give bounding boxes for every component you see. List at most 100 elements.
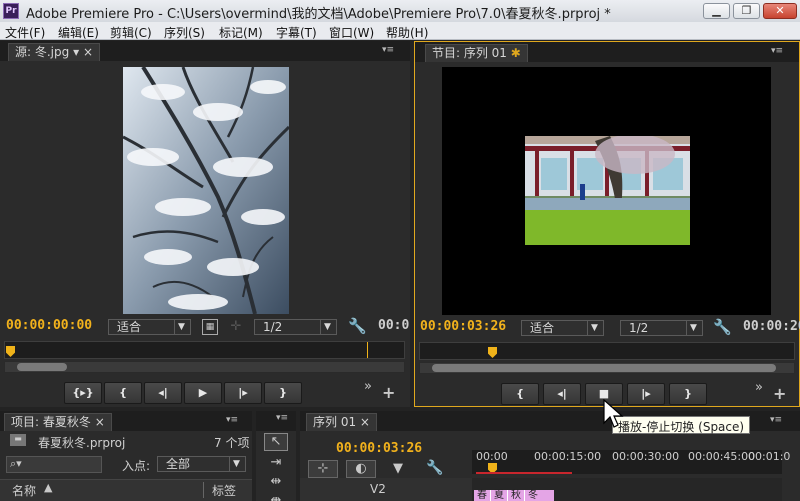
mark-in-button[interactable]: { <box>501 383 539 405</box>
snap-icon[interactable]: ⊹ <box>308 460 338 478</box>
source-monitor-panel: 源: 冬.jpg ▾ × ▾≡ 00:00:00:00 适合 ▼ ▦ ✛ 1/2… <box>0 41 410 407</box>
mark-in-button[interactable]: { <box>104 382 142 404</box>
chevron-down-icon[interactable]: ▾ <box>73 45 79 59</box>
mouse-cursor-icon <box>603 399 624 428</box>
ruler-label: 00:00 <box>476 450 508 463</box>
menu-help[interactable]: 帮助(H) <box>386 24 428 41</box>
minimize-button[interactable]: ▁ <box>703 3 730 19</box>
insert-button[interactable]: {▸} <box>64 382 102 404</box>
program-resolution-dropdown[interactable]: 1/2 ▼ <box>620 320 703 336</box>
clip-label[interactable]: 秋 <box>508 490 525 501</box>
menu-clip[interactable]: 剪辑(C) <box>110 24 152 41</box>
source-zoom-scrollbar[interactable] <box>4 361 405 373</box>
mark-out-button[interactable]: } <box>669 383 707 405</box>
panel-menu-icon[interactable]: ▾≡ <box>276 413 288 423</box>
chevron-down-icon: ▼ <box>686 321 700 335</box>
source-tab-label: 源: 冬.jpg <box>15 45 70 59</box>
inpoint-value: 全部 <box>166 457 191 471</box>
clip-group[interactable]: 春夏秋冬 <box>474 490 554 501</box>
step-back-button[interactable]: ◂| <box>144 382 182 404</box>
clip-label[interactable]: 春 <box>474 490 491 501</box>
search-icon[interactable]: ⌕▾ <box>10 457 22 471</box>
menu-edit[interactable]: 编辑(E) <box>58 24 99 41</box>
program-monitor-panel: 节目: 序列 01 ✱ ▾≡ 00:00:03:26 适合 ▼ 1/2 ▼ 🔧 00… <box>414 41 800 407</box>
settings-icon[interactable]: 🔧 <box>348 317 367 335</box>
program-tab[interactable]: 节目: 序列 01 ✱ <box>425 44 528 62</box>
program-video-area <box>442 67 771 315</box>
more-controls-icon[interactable]: » <box>755 380 763 395</box>
close-icon[interactable]: × <box>83 45 93 59</box>
project-panel: 项目: 春夏秋冬 × ▾≡ ▬ 春夏秋冬.prproj 7 个项 ⌕▾ 入点: … <box>0 411 252 501</box>
program-time-ruler[interactable] <box>419 342 795 360</box>
track-select-tool-icon[interactable]: ⇥ <box>264 455 288 471</box>
tools-header: ▾≡ <box>256 411 296 431</box>
panel-menu-icon[interactable]: ▾≡ <box>382 45 394 55</box>
close-icon[interactable]: ✱ <box>511 46 521 60</box>
source-resolution-dropdown[interactable]: 1/2 ▼ <box>254 319 337 335</box>
program-zoom-scrollbar[interactable] <box>419 362 795 374</box>
panel-menu-icon[interactable]: ▾≡ <box>770 415 782 425</box>
tooltip: 播放-停止切换 (Space) <box>612 416 751 434</box>
settings-icon[interactable]: 🔧 <box>713 318 732 336</box>
program-playhead[interactable] <box>488 347 497 358</box>
timeline-timecode[interactable]: 00:00:03:26 <box>336 441 422 456</box>
mark-out-button[interactable]: } <box>264 382 302 404</box>
add-marker-icon[interactable]: ▼ <box>390 461 406 476</box>
close-icon[interactable]: × <box>95 415 105 429</box>
source-time-ruler[interactable] <box>4 341 405 359</box>
sort-ascending-icon[interactable]: ▲ <box>44 481 52 494</box>
selection-tool-icon[interactable]: ↖ <box>264 433 288 451</box>
resolution-value: 1/2 <box>263 320 283 334</box>
sequence-tab[interactable]: 序列 01 × <box>306 413 377 431</box>
inpoint-dropdown[interactable]: 全部 ▼ <box>157 456 246 472</box>
clip-label[interactable]: 冬 <box>525 490 541 501</box>
fit-value: 适合 <box>530 321 555 335</box>
menu-sequence[interactable]: 序列(S) <box>164 24 205 41</box>
column-divider <box>203 482 204 498</box>
scroll-thumb[interactable] <box>17 363 67 371</box>
step-forward-button[interactable]: |▸ <box>224 382 262 404</box>
step-forward-button[interactable]: |▸ <box>627 383 665 405</box>
ripple-edit-tool-icon[interactable]: ⇹ <box>264 474 288 490</box>
source-fit-dropdown[interactable]: 适合 ▼ <box>108 319 191 335</box>
linked-selection-icon[interactable]: ◐ <box>346 460 376 478</box>
ruler-label: 00:01:0 <box>748 450 791 463</box>
project-item-count: 7 个项 <box>214 436 250 450</box>
more-controls-icon[interactable]: » <box>364 379 372 394</box>
menu-window[interactable]: 窗口(W) <box>329 24 374 41</box>
add-button-icon[interactable]: + <box>382 383 395 402</box>
play-button[interactable]: ▶ <box>184 382 222 404</box>
camera-icon[interactable]: ▦ <box>202 319 218 335</box>
source-tab[interactable]: 源: 冬.jpg ▾ × <box>8 43 100 61</box>
program-timecode[interactable]: 00:00:03:26 <box>420 319 506 334</box>
timeline-settings-icon[interactable]: 🔧 <box>426 460 444 476</box>
close-button[interactable]: ✕ <box>763 3 797 19</box>
source-timecode[interactable]: 00:00:00:00 <box>6 318 92 333</box>
step-back-button[interactable]: ◂| <box>543 383 581 405</box>
program-fit-dropdown[interactable]: 适合 ▼ <box>521 320 604 336</box>
source-playhead[interactable] <box>6 346 15 357</box>
source-out-marker <box>367 342 368 358</box>
maximize-button[interactable]: ❐ <box>733 3 760 19</box>
rolling-edit-tool-icon[interactable]: ⇼ <box>264 493 288 501</box>
panel-menu-icon[interactable]: ▾≡ <box>771 46 783 56</box>
track-v2: 春夏秋冬 <box>472 478 782 501</box>
scroll-thumb[interactable] <box>432 364 776 372</box>
timeline-ruler[interactable]: 00:00 00:00:15:00 00:00:30:00 00:00:45:0… <box>472 450 790 474</box>
panel-menu-icon[interactable]: ▾≡ <box>226 415 238 425</box>
close-icon[interactable]: × <box>360 415 370 429</box>
safe-margins-icon[interactable]: ✛ <box>228 319 244 334</box>
clip-label[interactable]: 夏 <box>491 490 508 501</box>
project-search-input[interactable]: ⌕▾ <box>6 456 102 473</box>
add-button-icon[interactable]: + <box>773 384 786 403</box>
menu-file[interactable]: 文件(F) <box>5 24 45 41</box>
ruler-label: 00:00:15:00 <box>534 450 602 463</box>
column-name[interactable]: 名称 <box>12 482 36 499</box>
program-tab-header: 节目: 序列 01 ✱ ▾≡ <box>415 42 799 62</box>
menu-title[interactable]: 字幕(T) <box>276 24 317 41</box>
project-file-name: 春夏秋冬.prproj <box>38 436 126 450</box>
project-tab[interactable]: 项目: 春夏秋冬 × <box>4 413 112 431</box>
snow-branch-image <box>123 67 289 314</box>
menu-marker[interactable]: 标记(M) <box>219 24 263 41</box>
ruler-label: 00:00:30:00 <box>612 450 680 463</box>
